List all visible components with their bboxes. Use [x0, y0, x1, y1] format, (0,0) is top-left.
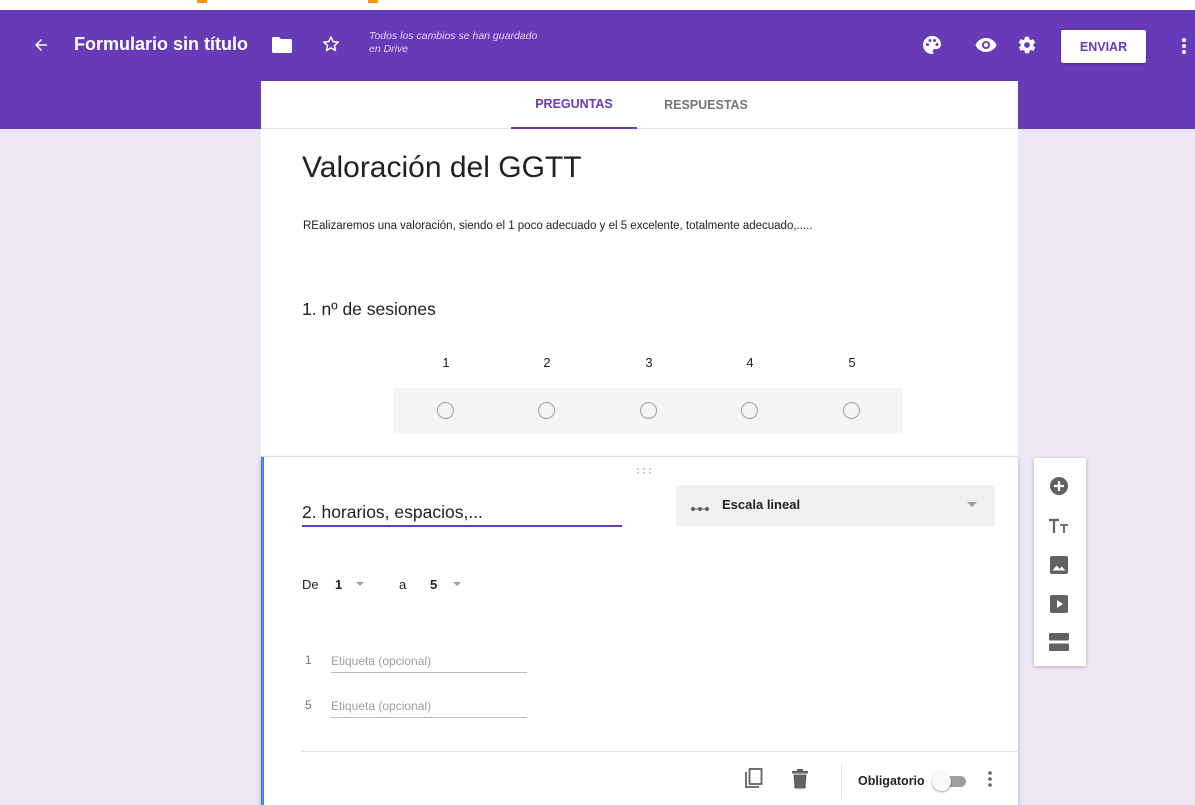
- scale-label-input-min[interactable]: [331, 645, 527, 673]
- folder-icon[interactable]: [271, 34, 293, 56]
- delete-icon[interactable]: [792, 769, 810, 791]
- star-icon[interactable]: [319, 32, 343, 56]
- required-toggle[interactable]: [932, 771, 968, 791]
- scale-number: 4: [746, 355, 754, 370]
- question-1-title[interactable]: 1. nº de sesiones: [302, 299, 436, 320]
- duplicate-icon[interactable]: [744, 768, 766, 790]
- saved-status-note: Todos los cambios se han guardado en Dri…: [369, 30, 538, 55]
- title-text-icon[interactable]: [1047, 514, 1071, 538]
- card-footer-divider: [302, 751, 1021, 752]
- scale-label-input-max[interactable]: [331, 690, 527, 718]
- range-to-caret-icon[interactable]: [453, 582, 461, 586]
- gear-icon[interactable]: [1016, 34, 1038, 56]
- browser-top-strip: [0, 0, 1195, 10]
- range-to-label: a: [399, 577, 407, 592]
- question-2-title-input[interactable]: 2. horarios, espacios,...: [302, 497, 622, 527]
- toggle-thumb: [932, 772, 951, 791]
- scale-number: 2: [543, 355, 551, 370]
- palette-icon[interactable]: [921, 34, 943, 56]
- decor-marker: [197, 0, 207, 3]
- add-question-icon[interactable]: [1047, 474, 1071, 498]
- scale-number: 3: [645, 355, 653, 370]
- tab-questions[interactable]: PREGUNTAS: [511, 81, 637, 129]
- send-button[interactable]: ENVIAR: [1061, 30, 1146, 63]
- dropdown-caret-icon: [967, 502, 977, 507]
- more-options-icon[interactable]: [988, 771, 998, 793]
- form-header-card: Valoración del GGTT REalizaremos una val…: [261, 129, 1018, 456]
- scale-radio-1[interactable]: [437, 402, 454, 419]
- question-type-label: Escala lineal: [722, 497, 801, 512]
- range-from-label: De: [302, 577, 319, 592]
- scale-radio-4[interactable]: [741, 402, 758, 419]
- scale-radio-2[interactable]: [538, 402, 555, 419]
- form-title[interactable]: Formulario sin título: [74, 34, 248, 55]
- range-from-caret-icon[interactable]: [356, 582, 364, 586]
- scale-number: 5: [848, 355, 856, 370]
- footer-separator: [841, 764, 842, 799]
- required-label: Obligatorio: [858, 774, 925, 788]
- range-from-select[interactable]: 1: [335, 577, 342, 592]
- form-description[interactable]: REalizaremos una valoración, siendo el 1…: [303, 220, 813, 232]
- scale-label-num: 1: [305, 653, 312, 667]
- tab-responses[interactable]: RESPUESTAS: [651, 81, 761, 129]
- question-1-scale-labels: 1 2 3 4 5: [394, 355, 904, 373]
- question-2-card[interactable]: 2. horarios, espacios,... Escala lineal …: [261, 457, 1021, 805]
- image-icon[interactable]: [1047, 553, 1071, 577]
- scale-number: 1: [442, 355, 450, 370]
- scale-radio-5[interactable]: [843, 402, 860, 419]
- tabs-bar: PREGUNTAS RESPUESTAS: [261, 81, 1018, 129]
- eye-icon[interactable]: [974, 34, 998, 56]
- question-1-radio-row: [393, 388, 903, 434]
- question-type-select[interactable]: Escala lineal: [676, 485, 995, 526]
- side-toolbar: [1034, 458, 1086, 666]
- back-arrow-icon[interactable]: [28, 32, 54, 58]
- decor-marker: [368, 0, 378, 3]
- linear-scale-icon: [690, 500, 710, 511]
- scale-label-num: 5: [305, 698, 312, 712]
- drag-handle-icon[interactable]: [634, 463, 654, 474]
- video-icon[interactable]: [1047, 592, 1071, 616]
- form-heading[interactable]: Valoración del GGTT: [302, 151, 582, 185]
- range-to-select[interactable]: 5: [430, 577, 437, 592]
- more-vert-icon[interactable]: [1176, 34, 1192, 58]
- scale-radio-3[interactable]: [640, 402, 657, 419]
- section-icon[interactable]: [1047, 630, 1071, 654]
